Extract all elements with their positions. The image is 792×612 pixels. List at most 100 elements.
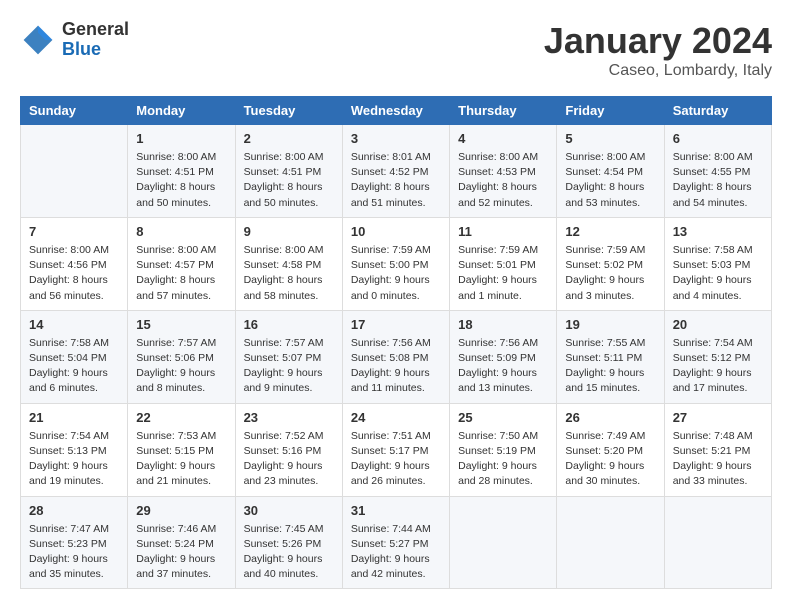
calendar-cell: 4 Sunrise: 8:00 AMSunset: 4:53 PMDaylight… [450,125,557,218]
calendar-cell [664,496,771,589]
calendar-cell: 11 Sunrise: 7:59 AMSunset: 5:01 PMDayligh… [450,217,557,310]
calendar-cell: 24Sunrise: 7:51 AMSunset: 5:17 PMDayligh… [342,403,449,496]
logo-icon [20,22,56,58]
day-info: Sunrise: 7:56 AMSunset: 5:09 PMDaylight:… [458,336,548,397]
day-number: 7 [29,224,119,239]
day-info: Sunrise: 7:50 AMSunset: 5:19 PMDaylight:… [458,429,548,490]
weekday-header-wednesday: Wednesday [342,97,449,125]
logo-blue-text: Blue [62,40,129,60]
calendar-cell: 18 Sunrise: 7:56 AMSunset: 5:09 PMDayligh… [450,310,557,403]
day-info: Sunrise: 7:48 AMSunset: 5:21 PMDaylight:… [673,429,763,490]
day-info: Sunrise: 7:45 AMSunset: 5:26 PMDaylight:… [244,522,334,583]
calendar-body: 1 Sunrise: 8:00 AMSunset: 4:51 PMDaylight… [21,125,772,589]
day-number: 23 [244,410,334,425]
calendar-cell: 23 Sunrise: 7:52 AMSunset: 5:16 PMDayligh… [235,403,342,496]
day-number: 31 [351,503,441,518]
calendar-cell: 6 Sunrise: 8:00 AMSunset: 4:55 PMDaylight… [664,125,771,218]
day-number: 13 [673,224,763,239]
day-info: Sunrise: 7:53 AMSunset: 5:15 PMDaylight:… [136,429,226,490]
title-section: January 2024 Caseo, Lombardy, Italy [544,20,772,80]
day-number: 12 [565,224,655,239]
day-info: Sunrise: 7:52 AMSunset: 5:16 PMDaylight:… [244,429,334,490]
calendar-cell: 9 Sunrise: 8:00 AMSunset: 4:58 PMDaylight… [235,217,342,310]
calendar-cell: 2Sunrise: 8:00 AMSunset: 4:51 PMDaylight… [235,125,342,218]
calendar-cell: 3 Sunrise: 8:01 AMSunset: 4:52 PMDaylight… [342,125,449,218]
calendar-cell: 27Sunrise: 7:48 AMSunset: 5:21 PMDayligh… [664,403,771,496]
calendar-cell: 29 Sunrise: 7:46 AMSunset: 5:24 PMDayligh… [128,496,235,589]
day-number: 17 [351,317,441,332]
weekday-header-friday: Friday [557,97,664,125]
weekday-header-saturday: Saturday [664,97,771,125]
day-number: 29 [136,503,226,518]
day-info: Sunrise: 8:00 AMSunset: 4:54 PMDaylight:… [565,150,655,211]
day-info: Sunrise: 7:59 AMSunset: 5:00 PMDaylight:… [351,243,441,304]
day-info: Sunrise: 8:00 AMSunset: 4:58 PMDaylight:… [244,243,334,304]
day-number: 18 [458,317,548,332]
weekday-header-sunday: Sunday [21,97,128,125]
day-info: Sunrise: 7:56 AMSunset: 5:08 PMDaylight:… [351,336,441,397]
logo-text: General Blue [62,20,129,60]
day-number: 28 [29,503,119,518]
day-number: 10 [351,224,441,239]
day-info: Sunrise: 7:46 AMSunset: 5:24 PMDaylight:… [136,522,226,583]
day-number: 16 [244,317,334,332]
month-title: January 2024 [544,20,772,62]
calendar-week-5: 28Sunrise: 7:47 AMSunset: 5:23 PMDayligh… [21,496,772,589]
day-info: Sunrise: 8:01 AMSunset: 4:52 PMDaylight:… [351,150,441,211]
day-number: 5 [565,131,655,146]
calendar-cell: 16 Sunrise: 7:57 AMSunset: 5:07 PMDayligh… [235,310,342,403]
day-number: 4 [458,131,548,146]
day-number: 26 [565,410,655,425]
day-info: Sunrise: 7:59 AMSunset: 5:01 PMDaylight:… [458,243,548,304]
day-number: 25 [458,410,548,425]
calendar-cell: 30 Sunrise: 7:45 AMSunset: 5:26 PMDayligh… [235,496,342,589]
day-number: 15 [136,317,226,332]
calendar-cell: 28Sunrise: 7:47 AMSunset: 5:23 PMDayligh… [21,496,128,589]
day-info: Sunrise: 8:00 AMSunset: 4:53 PMDaylight:… [458,150,548,211]
calendar-cell: 25 Sunrise: 7:50 AMSunset: 5:19 PMDayligh… [450,403,557,496]
calendar-cell: 26Sunrise: 7:49 AMSunset: 5:20 PMDayligh… [557,403,664,496]
day-number: 8 [136,224,226,239]
calendar-cell [450,496,557,589]
day-number: 11 [458,224,548,239]
weekday-header-tuesday: Tuesday [235,97,342,125]
day-number: 1 [136,131,226,146]
page-header: General Blue January 2024 Caseo, Lombard… [20,20,772,80]
day-number: 22 [136,410,226,425]
calendar-cell: 19 Sunrise: 7:55 AMSunset: 5:11 PMDayligh… [557,310,664,403]
calendar-cell: 5 Sunrise: 8:00 AMSunset: 4:54 PMDaylight… [557,125,664,218]
day-info: Sunrise: 7:57 AMSunset: 5:07 PMDaylight:… [244,336,334,397]
day-number: 30 [244,503,334,518]
logo: General Blue [20,20,129,60]
day-number: 3 [351,131,441,146]
day-info: Sunrise: 7:55 AMSunset: 5:11 PMDaylight:… [565,336,655,397]
day-number: 6 [673,131,763,146]
day-number: 21 [29,410,119,425]
calendar-cell [21,125,128,218]
calendar-table: SundayMondayTuesdayWednesdayThursdayFrid… [20,96,772,589]
calendar-cell: 8 Sunrise: 8:00 AMSunset: 4:57 PMDaylight… [128,217,235,310]
day-number: 14 [29,317,119,332]
day-info: Sunrise: 8:00 AMSunset: 4:51 PMDaylight:… [136,150,226,211]
calendar-cell: 12Sunrise: 7:59 AMSunset: 5:02 PMDayligh… [557,217,664,310]
calendar-header: SundayMondayTuesdayWednesdayThursdayFrid… [21,97,772,125]
logo-general-text: General [62,20,129,40]
calendar-cell: 7Sunrise: 8:00 AMSunset: 4:56 PMDaylight… [21,217,128,310]
day-number: 20 [673,317,763,332]
day-info: Sunrise: 7:57 AMSunset: 5:06 PMDaylight:… [136,336,226,397]
day-info: Sunrise: 7:58 AMSunset: 5:04 PMDaylight:… [29,336,119,397]
day-number: 9 [244,224,334,239]
day-info: Sunrise: 7:58 AMSunset: 5:03 PMDaylight:… [673,243,763,304]
day-number: 19 [565,317,655,332]
calendar-cell [557,496,664,589]
calendar-cell: 20Sunrise: 7:54 AMSunset: 5:12 PMDayligh… [664,310,771,403]
calendar-week-3: 14 Sunrise: 7:58 AMSunset: 5:04 PMDayligh… [21,310,772,403]
day-info: Sunrise: 7:54 AMSunset: 5:13 PMDaylight:… [29,429,119,490]
day-info: Sunrise: 8:00 AMSunset: 4:55 PMDaylight:… [673,150,763,211]
day-info: Sunrise: 8:00 AMSunset: 4:57 PMDaylight:… [136,243,226,304]
day-info: Sunrise: 8:00 AMSunset: 4:51 PMDaylight:… [244,150,334,211]
calendar-cell: 17 Sunrise: 7:56 AMSunset: 5:08 PMDayligh… [342,310,449,403]
calendar-cell: 15 Sunrise: 7:57 AMSunset: 5:06 PMDayligh… [128,310,235,403]
calendar-week-2: 7Sunrise: 8:00 AMSunset: 4:56 PMDaylight… [21,217,772,310]
calendar-week-4: 21 Sunrise: 7:54 AMSunset: 5:13 PMDayligh… [21,403,772,496]
